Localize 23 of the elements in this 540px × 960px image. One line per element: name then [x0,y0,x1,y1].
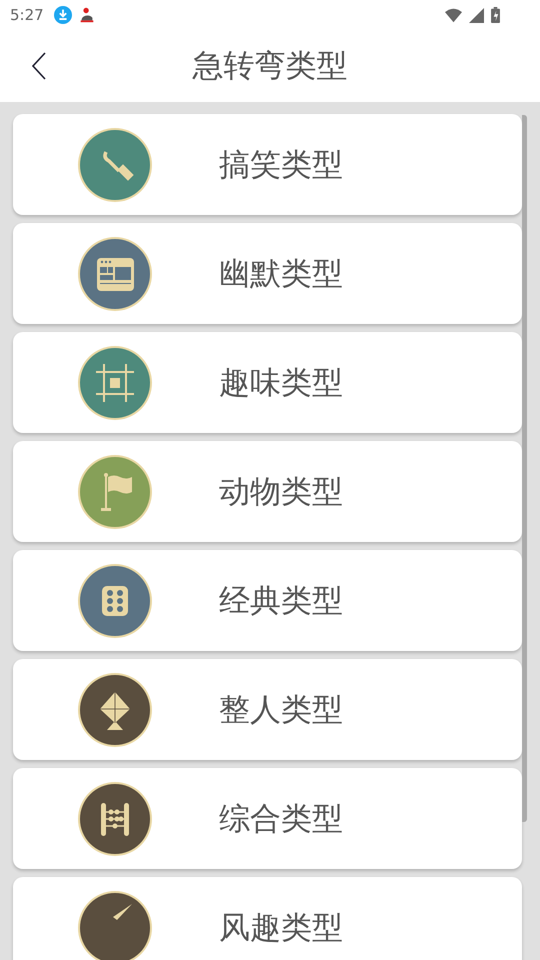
battery-icon [491,7,500,23]
category-label: 趣味类型 [219,364,343,402]
category-label: 综合类型 [219,800,343,838]
category-card[interactable]: 趣味类型 [13,332,522,433]
category-label: 幽默类型 [219,254,343,294]
app-notification-icon [78,6,96,24]
category-card[interactable]: 综合类型 [13,768,522,869]
category-card[interactable]: 动物类型 [13,441,522,542]
category-label: 动物类型 [219,472,343,512]
category-card[interactable]: 整人类型 [13,659,522,760]
wifi-icon [445,8,462,22]
category-label: 经典类型 [219,582,343,620]
page-title: 急转弯类型 [192,47,348,86]
category-card[interactable]: 幽默类型 [13,223,522,324]
download-icon [54,6,72,24]
signal-icon [468,8,485,22]
category-card[interactable]: 搞笑类型 [13,114,522,215]
category-card[interactable]: 风趣类型 [13,877,522,960]
category-label: 整人类型 [219,690,343,730]
category-label: 风趣类型 [219,908,343,948]
category-label: 搞笑类型 [219,146,343,184]
category-card[interactable]: 经典类型 [13,550,522,651]
status-time: 5:27 [10,6,44,24]
